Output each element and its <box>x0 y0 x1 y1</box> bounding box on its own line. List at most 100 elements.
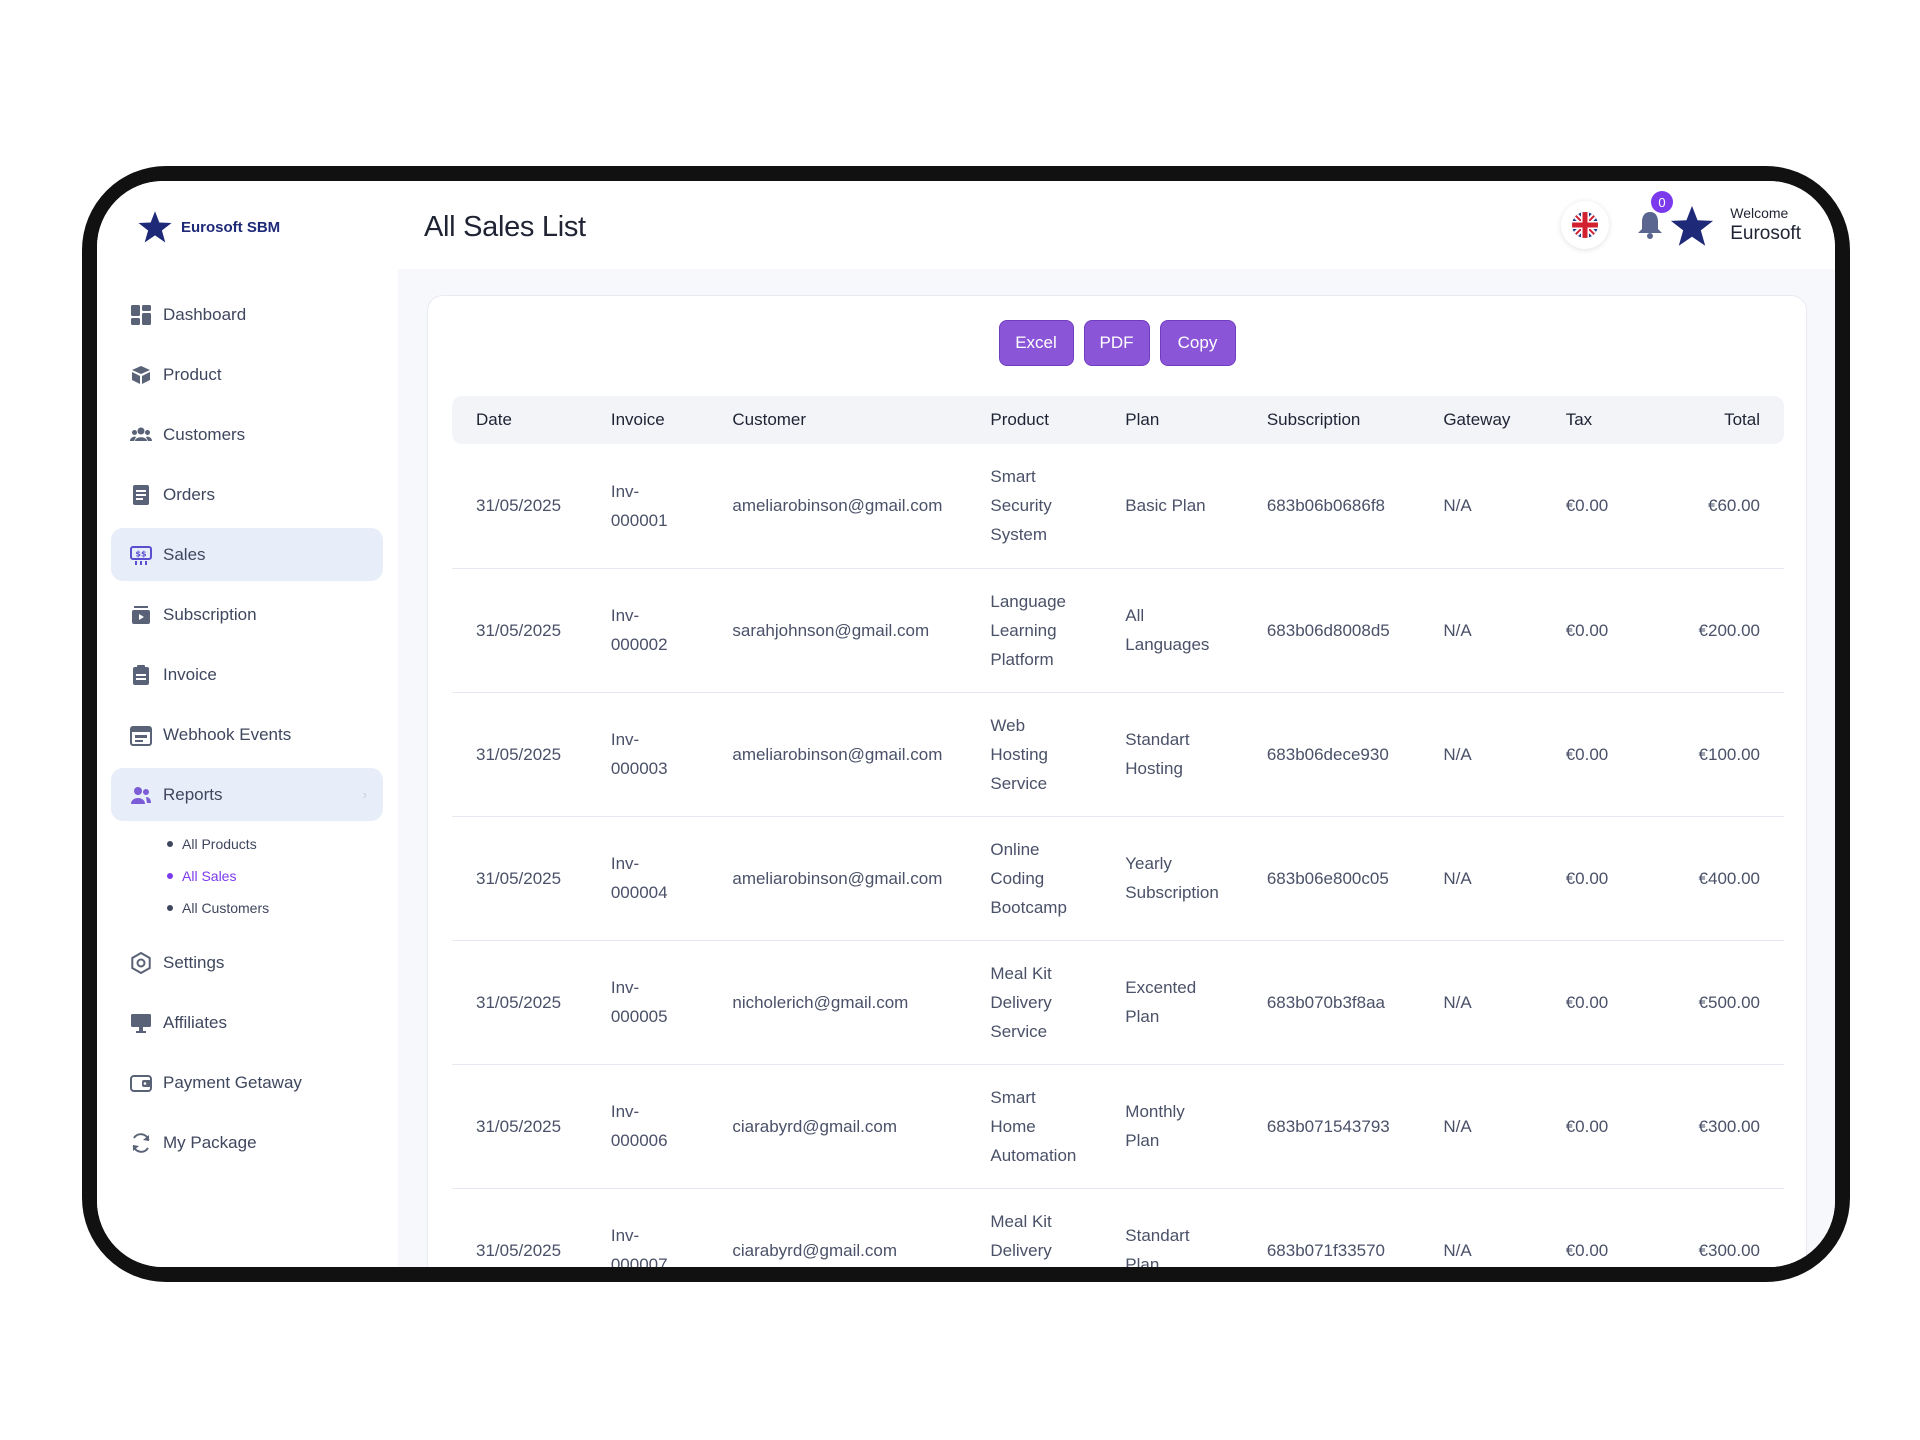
welcome-label: Welcome <box>1730 205 1789 221</box>
column-header-invoice[interactable]: Invoice <box>587 396 709 444</box>
sidebar-item-invoice[interactable]: Invoice <box>111 648 383 701</box>
sidebar-item-reports[interactable]: Reports › <box>111 768 383 821</box>
clipboard-icon <box>133 484 149 505</box>
top-bar: All Sales List 0 Welcome Eurosoft <box>398 181 1835 269</box>
sales-card: Excel PDF Copy Date Invoice Customer Produc… <box>427 295 1807 1267</box>
sidebar-item-label: Orders <box>163 484 215 504</box>
sidebar-item-sales[interactable]: $$ Sales <box>111 528 383 581</box>
cell-invoice: Inv-000002 <box>586 568 709 693</box>
cell-plan: Standart Plan <box>1101 1188 1243 1267</box>
cell-plan: Excented Plan <box>1101 940 1243 1065</box>
cell-subscription: 683b06d8008d5 <box>1242 568 1420 693</box>
cell-date: 31/05/2025 <box>452 816 587 941</box>
cell-tax: €0.00 <box>1541 444 1660 569</box>
sidebar-item-affiliates[interactable]: Affiliates <box>111 996 383 1049</box>
table-row[interactable]: 31/05/2025 Inv-000002 sarahjohnson@gmail.c… <box>452 568 1784 693</box>
cell-tax: €0.00 <box>1541 816 1660 941</box>
language-button[interactable] <box>1561 201 1609 249</box>
cell-customer: nicholerich@gmail.com <box>708 940 967 1065</box>
page-title: All Sales List <box>424 211 586 243</box>
user-greeting[interactable]: Welcome Eurosoft <box>1730 205 1801 245</box>
cell-plan: All Languages <box>1101 568 1243 693</box>
brand-logo[interactable]: Eurosoft SBM <box>137 209 280 245</box>
table-row[interactable]: 31/05/2025 Inv-000005 nicholerich@gmail.co… <box>452 940 1784 1065</box>
column-header-product[interactable]: Product <box>966 396 1101 444</box>
sidebar-item-product[interactable]: Product <box>111 348 383 401</box>
table-row[interactable]: 31/05/2025 Inv-000004 ameliarobinson@gmail… <box>452 816 1784 941</box>
cell-subscription: 683b06dece930 <box>1242 692 1420 817</box>
cell-invoice: Inv-000001 <box>586 444 709 569</box>
sidebar-item-payment-getaway[interactable]: Payment Getaway <box>111 1056 383 1109</box>
sidebar-item-orders[interactable]: Orders <box>111 468 383 521</box>
cell-tax: €0.00 <box>1541 568 1660 693</box>
column-header-tax[interactable]: Tax <box>1542 396 1660 444</box>
table-row[interactable]: 31/05/2025 Inv-000006 ciarabyrd@gmail.com S… <box>452 1064 1784 1189</box>
user-avatar-star-icon[interactable] <box>1669 203 1715 249</box>
sidebar-item-subscription[interactable]: Subscription <box>111 588 383 641</box>
cell-plan: Standart Hosting <box>1101 692 1243 817</box>
table-row[interactable]: 31/05/2025 Inv-000007 ciarabyrd@gmail.com M… <box>452 1188 1784 1267</box>
sidebar-item-settings[interactable]: Settings <box>111 936 383 989</box>
cell-invoice: Inv-000003 <box>586 692 709 817</box>
calendar-icon <box>130 725 152 746</box>
cell-tax: €0.00 <box>1541 1064 1660 1189</box>
cell-gateway: N/A <box>1419 1188 1542 1267</box>
subnav-item-label: All Products <box>182 836 257 852</box>
column-header-gateway[interactable]: Gateway <box>1419 396 1541 444</box>
sidebar-item-label: Invoice <box>163 664 217 684</box>
dashboard-icon <box>131 304 151 325</box>
cell-invoice: Inv-000005 <box>586 940 709 1065</box>
svg-text:$$: $$ <box>135 549 147 558</box>
subnav-item-label: All Customers <box>182 900 270 916</box>
table-body: 31/05/2025 Inv-000001 ameliarobinson@gmail… <box>452 444 1784 1267</box>
cell-invoice: Inv-000007 <box>586 1188 709 1267</box>
refresh-icon <box>132 1132 150 1153</box>
cell-date: 31/05/2025 <box>452 568 587 693</box>
column-header-plan[interactable]: Plan <box>1101 396 1243 444</box>
gear-icon <box>131 951 151 974</box>
cell-total: €400.00 <box>1659 816 1784 941</box>
cell-date: 31/05/2025 <box>452 444 587 569</box>
cell-product: Meal Kit Delivery Service <box>966 940 1102 1065</box>
export-toolbar: Excel PDF Copy <box>428 320 1806 366</box>
excel-button[interactable]: Excel <box>998 320 1074 366</box>
cell-subscription: 683b06e800c05 <box>1242 816 1420 941</box>
sidebar-item-label: Payment Getaway <box>163 1072 302 1092</box>
monitor-icon <box>131 1013 151 1033</box>
uk-flag-icon <box>1572 212 1598 238</box>
pdf-button[interactable]: PDF <box>1083 320 1150 366</box>
sidebar-item-customers[interactable]: Customers <box>111 408 383 461</box>
sidebar-item-label: Affiliates <box>163 1012 227 1032</box>
table-row[interactable]: 31/05/2025 Inv-000003 ameliarobinson@gmail… <box>452 692 1784 817</box>
cell-subscription: 683b071543793 <box>1242 1064 1420 1189</box>
bell-icon[interactable] <box>1635 209 1665 241</box>
cell-total: €300.00 <box>1659 1188 1784 1267</box>
cell-invoice: Inv-000004 <box>586 816 709 941</box>
column-header-subscription[interactable]: Subscription <box>1243 396 1420 444</box>
sidebar-item-webhook-events[interactable]: Webhook Events <box>111 708 383 761</box>
copy-button[interactable]: Copy <box>1159 320 1236 366</box>
subnav-item-all-products[interactable]: All Products <box>167 828 383 860</box>
reports-icon <box>131 786 151 804</box>
cell-product: Smart Security System <box>966 444 1102 569</box>
cell-gateway: N/A <box>1419 940 1542 1065</box>
column-header-date[interactable]: Date <box>452 396 587 444</box>
cell-customer: ciarabyrd@gmail.com <box>708 1188 967 1267</box>
sidebar-item-dashboard[interactable]: Dashboard <box>111 288 383 341</box>
column-header-total[interactable]: Total <box>1659 396 1784 444</box>
subnav-item-label: All Sales <box>182 868 237 884</box>
cell-product: Web Hosting Service <box>966 692 1102 817</box>
cell-subscription: 683b070b3f8aa <box>1242 940 1420 1065</box>
column-header-customer[interactable]: Customer <box>708 396 966 444</box>
cell-gateway: N/A <box>1419 444 1542 569</box>
sidebar-item-my-package[interactable]: My Package <box>111 1116 383 1169</box>
cell-tax: €0.00 <box>1541 1188 1660 1267</box>
sidebar-item-label: Customers <box>163 424 246 444</box>
cell-date: 31/05/2025 <box>452 692 587 817</box>
cell-product: Language Learning Platform <box>966 568 1102 693</box>
subnav-item-all-customers[interactable]: All Customers <box>167 892 383 924</box>
sidebar-item-label: Webhook Events <box>163 724 292 744</box>
table-row[interactable]: 31/05/2025 Inv-000001 ameliarobinson@gmail… <box>452 444 1784 569</box>
subnav-item-all-sales[interactable]: All Sales <box>167 860 383 892</box>
invoice-icon <box>133 664 149 685</box>
